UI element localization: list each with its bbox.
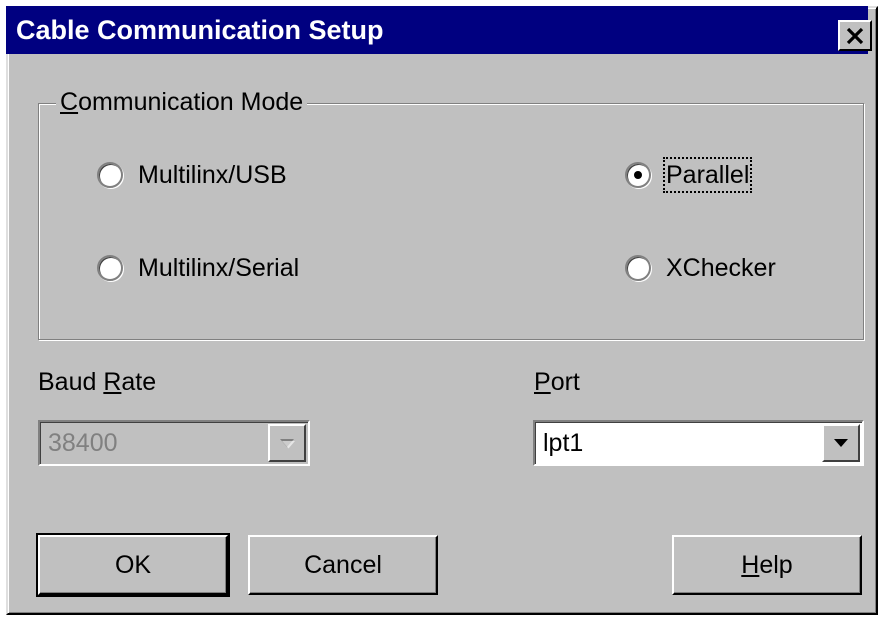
- port-dropdown-button[interactable]: [822, 424, 860, 462]
- radio-xchecker[interactable]: XChecker: [625, 253, 776, 283]
- radio-multilinx-serial[interactable]: Multilinx/Serial: [97, 253, 299, 283]
- help-button[interactable]: Help: [672, 535, 862, 595]
- port-mnemonic: P: [534, 368, 551, 396]
- radio-label: XChecker: [666, 254, 776, 282]
- legend-mnemonic: C: [60, 88, 79, 116]
- port-select[interactable]: lpt1: [533, 420, 864, 466]
- radio-multilinx-usb[interactable]: Multilinx/USB: [97, 160, 287, 190]
- baud-rate-label-pre: Baud: [38, 368, 104, 396]
- port-label: Port: [534, 367, 580, 397]
- chevron-down-icon: [280, 439, 295, 449]
- help-label-rest: elp: [759, 550, 793, 579]
- communication-mode-legend: Communication Mode: [56, 86, 308, 118]
- radio-parallel[interactable]: Parallel: [625, 157, 753, 193]
- cancel-button[interactable]: Cancel: [248, 535, 438, 595]
- radio-label: Multilinx/Serial: [138, 254, 300, 282]
- legend-text: ommunication Mode: [78, 88, 304, 116]
- port-value: lpt1: [543, 429, 584, 457]
- title-bar[interactable]: Cable Communication Setup: [6, 6, 872, 54]
- radio-label: Multilinx/USB: [138, 161, 287, 189]
- radio-circle[interactable]: [97, 162, 123, 188]
- communication-mode-group: [38, 103, 864, 340]
- radio-circle[interactable]: [97, 255, 123, 281]
- chevron-down-icon: [834, 439, 848, 447]
- baud-rate-label-post: ate: [121, 368, 157, 396]
- baud-rate-label: Baud Rate: [38, 367, 156, 397]
- baud-rate-dropdown-button[interactable]: [268, 424, 306, 462]
- radio-label: Parallel: [662, 157, 753, 193]
- baud-rate-mnemonic: R: [103, 368, 122, 396]
- radio-circle[interactable]: [625, 162, 651, 188]
- baud-rate-value: 38400: [48, 429, 118, 457]
- help-mnemonic: H: [741, 550, 760, 579]
- close-button[interactable]: [838, 20, 872, 51]
- window-title: Cable Communication Setup: [16, 15, 384, 45]
- ok-button[interactable]: OK: [36, 533, 230, 597]
- radio-selected-dot: [634, 171, 642, 179]
- baud-rate-select[interactable]: 38400: [38, 420, 310, 466]
- close-icon: [846, 27, 864, 44]
- port-label-post: ort: [550, 368, 580, 396]
- radio-circle[interactable]: [625, 255, 651, 281]
